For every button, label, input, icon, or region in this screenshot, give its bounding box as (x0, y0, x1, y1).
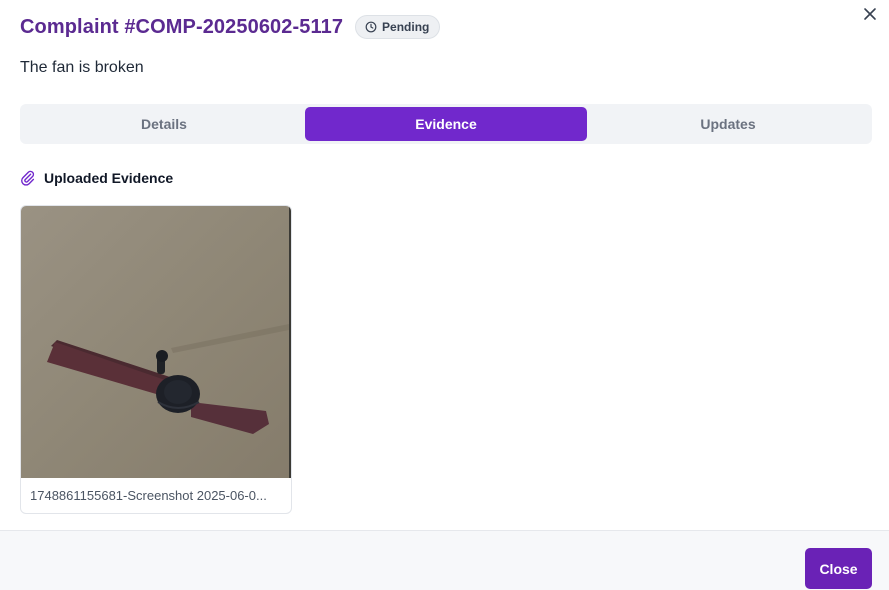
close-icon[interactable] (861, 5, 879, 23)
status-badge: Pending (355, 15, 441, 39)
evidence-file-name: 1748861155681-Screenshot 2025-06-0... (30, 488, 267, 503)
complaint-title: Complaint #COMP-20250602-5117 (20, 15, 344, 38)
complaint-dialog: Complaint #COMP-20250602-5117 Pending Th… (0, 0, 889, 590)
tab-details[interactable]: Details (23, 107, 305, 141)
paperclip-icon (21, 170, 35, 186)
evidence-section-title: Uploaded Evidence (20, 170, 173, 186)
evidence-image[interactable] (21, 206, 291, 478)
tab-evidence[interactable]: Evidence (305, 107, 587, 141)
close-button[interactable]: Close (805, 548, 872, 589)
dialog-footer: Close (0, 530, 889, 590)
complaint-subject: The fan is broken (20, 59, 144, 76)
evidence-heading: Uploaded Evidence (44, 170, 174, 186)
dialog-header: Complaint #COMP-20250602-5117 Pending (20, 15, 441, 39)
evidence-file-card[interactable]: 1748861155681-Screenshot 2025-06-0... (20, 205, 292, 514)
tab-updates[interactable]: Updates (587, 107, 869, 141)
tab-bar: Details Evidence Updates (20, 104, 872, 144)
status-label: Pending (382, 20, 430, 34)
clock-icon (365, 21, 377, 33)
